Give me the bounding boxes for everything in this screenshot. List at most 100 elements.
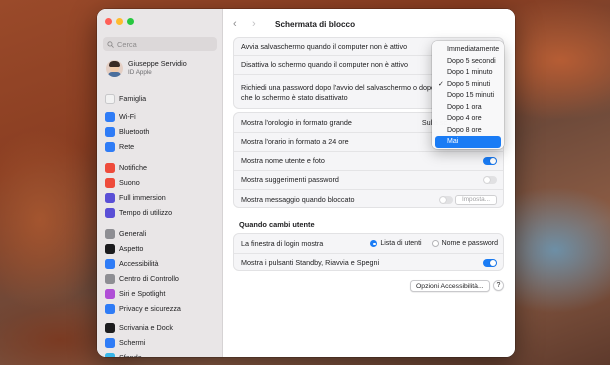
power-buttons-label: Mostra i pulsanti Standby, Riavvia e Spe… bbox=[241, 258, 380, 268]
require-password-label-2: che lo schermo è stato disattivato bbox=[241, 92, 348, 102]
sidebar-item-bluetooth[interactable]: Bluetooth bbox=[105, 124, 217, 139]
speaker-icon bbox=[105, 177, 115, 188]
menu-item-dopo-5-secondi[interactable]: Dopo 5 secondi bbox=[435, 56, 501, 68]
search-placeholder: Cerca bbox=[117, 39, 137, 49]
dock-icon bbox=[105, 322, 115, 333]
sidebar-item-aspetto[interactable]: Aspetto bbox=[105, 241, 217, 256]
set-message-button[interactable]: Imposta... bbox=[454, 194, 497, 205]
menu-item-dopo-4-ore[interactable]: Dopo 4 ore bbox=[435, 113, 501, 125]
sidebar-item-full-immersion[interactable]: Full immersion bbox=[105, 190, 217, 205]
radio-user-list[interactable] bbox=[370, 240, 378, 247]
sidebar-item-schermi[interactable]: Schermi bbox=[105, 335, 217, 350]
sidebar-item-label: Scrivania e Dock bbox=[119, 323, 173, 332]
sidebar-item-centro-di-controllo[interactable]: Centro di Controllo bbox=[105, 271, 217, 286]
menu-item-mai[interactable]: Mai bbox=[435, 136, 501, 148]
menu-item-label: Dopo 5 secondi bbox=[447, 57, 496, 65]
radio-user-list-label[interactable]: Lista di utenti bbox=[380, 240, 421, 247]
large-clock-label: Mostra l'orologio in formato grande bbox=[241, 117, 352, 127]
sidebar-item-label: Full immersion bbox=[119, 193, 166, 202]
password-hints-toggle[interactable] bbox=[483, 176, 497, 184]
gear-icon bbox=[105, 228, 115, 239]
menu-item-label: Dopo 8 ore bbox=[447, 126, 482, 134]
zoom-window-button[interactable] bbox=[127, 18, 134, 25]
help-button[interactable]: ? bbox=[493, 280, 504, 291]
accessibility-options-button[interactable]: Opzioni Accessibilità... bbox=[410, 280, 490, 292]
checkmark-icon: ✓ bbox=[438, 81, 444, 89]
menu-item-label: Dopo 4 ore bbox=[447, 115, 482, 123]
sidebar-item-label: Siri e Spotlight bbox=[119, 289, 166, 298]
password-delay-dropdown-menu: Immediatamente Dopo 5 secondi Dopo 1 minut… bbox=[432, 41, 504, 149]
sidebar-item-suono[interactable]: Suono bbox=[105, 175, 217, 190]
password-hints-row: Mostra suggerimenti password bbox=[234, 170, 503, 189]
siri-icon bbox=[105, 288, 115, 299]
forward-chevron-icon[interactable]: › bbox=[252, 18, 262, 30]
show-username-toggle[interactable] bbox=[483, 157, 497, 165]
menu-item-dopo-15-minuti[interactable]: Dopo 15 minuti bbox=[435, 90, 501, 102]
accessibility-icon bbox=[105, 258, 115, 269]
radio-name-password[interactable] bbox=[431, 240, 439, 247]
close-window-button[interactable] bbox=[105, 18, 112, 25]
menu-item-dopo-1-ora[interactable]: Dopo 1 ora bbox=[435, 102, 501, 114]
sidebar-item-accessibilit[interactable]: Accessibilità bbox=[105, 256, 217, 271]
show-username-row: Mostra nome utente e foto bbox=[234, 151, 503, 170]
menu-item-label: Mai bbox=[447, 138, 459, 146]
apple-id-profile[interactable]: Giuseppe Servidio ID Apple bbox=[106, 59, 187, 77]
sidebar-item-sfondo[interactable]: Sfondo bbox=[105, 350, 217, 357]
moon-icon bbox=[105, 192, 115, 203]
menu-item-dopo-1-minuto[interactable]: Dopo 1 minuto bbox=[435, 67, 501, 79]
sidebar-item-label: Rete bbox=[119, 142, 135, 151]
menu-item-dopo-5-minuti[interactable]: ✓ Dopo 5 minuti bbox=[435, 79, 501, 91]
network-icon bbox=[105, 141, 115, 152]
menu-item-label: Dopo 5 minuti bbox=[447, 80, 491, 88]
menu-item-label: Dopo 1 ora bbox=[447, 103, 482, 111]
hand-icon bbox=[105, 303, 115, 314]
sidebar-item-scrivania-e-dock[interactable]: Scrivania e Dock bbox=[105, 320, 217, 335]
sidebar-item-label: Famiglia bbox=[119, 94, 147, 103]
search-icon bbox=[107, 40, 114, 48]
wallpaper-icon bbox=[105, 352, 115, 357]
radio-name-password-label[interactable]: Nome e password bbox=[442, 240, 498, 247]
screensaver-label: Avvia salvaschermo quando il computer no… bbox=[241, 41, 408, 51]
sidebar-item-rete[interactable]: Rete bbox=[105, 139, 217, 154]
hourglass-icon bbox=[105, 207, 115, 218]
login-window-label: La finestra di login mostra bbox=[241, 238, 324, 248]
sidebar-item-label: Tempo di utilizzo bbox=[119, 208, 173, 217]
sidebar-item-label: Privacy e sicurezza bbox=[119, 304, 181, 313]
avatar bbox=[106, 59, 123, 77]
menu-item-label: Immediatamente bbox=[447, 46, 500, 54]
clock-24h-label: Mostra l'orario in formato a 24 ore bbox=[241, 137, 349, 147]
bluetooth-icon bbox=[105, 126, 115, 137]
sidebar-item-label: Centro di Controllo bbox=[119, 274, 179, 283]
appearance-icon bbox=[105, 243, 115, 254]
sidebar-item-siri-e-spotlight[interactable]: Siri e Spotlight bbox=[105, 286, 217, 301]
sidebar-item-notifiche[interactable]: Notifiche bbox=[105, 160, 217, 175]
lock-message-toggle[interactable] bbox=[439, 195, 453, 204]
back-chevron-icon[interactable]: ‹ bbox=[233, 18, 243, 30]
sidebar-item-label: Bluetooth bbox=[119, 127, 150, 136]
sidebar-item-famiglia[interactable]: Famiglia bbox=[105, 91, 217, 106]
power-buttons-toggle[interactable] bbox=[483, 259, 497, 267]
lock-message-row: Mostra messaggio quando bloccato Imposta… bbox=[234, 189, 503, 209]
menu-item-dopo-8-ore[interactable]: Dopo 8 ore bbox=[435, 125, 501, 137]
search-input[interactable]: Cerca bbox=[103, 37, 217, 51]
page-title: Schermata di blocco bbox=[275, 19, 356, 29]
menu-item-immediatamente[interactable]: Immediatamente bbox=[435, 44, 501, 56]
user-switch-group: La finestra di login mostra Lista di ute… bbox=[233, 233, 504, 271]
sidebar-item-label: Sfondo bbox=[119, 353, 142, 357]
show-username-label: Mostra nome utente e foto bbox=[241, 156, 325, 166]
power-buttons-row: Mostra i pulsanti Standby, Riavvia e Spe… bbox=[234, 253, 503, 272]
minimize-window-button[interactable] bbox=[116, 18, 123, 25]
require-password-label-1: Richiedi una password dopo l'avvio del s… bbox=[241, 83, 435, 92]
sidebar: Cerca Giuseppe Servidio ID Apple Famigli… bbox=[97, 9, 223, 357]
sidebar-item-label: Suono bbox=[119, 178, 140, 187]
menu-item-label: Dopo 15 minuti bbox=[447, 92, 495, 100]
sidebar-item-tempo-di-utilizzo[interactable]: Tempo di utilizzo bbox=[105, 205, 217, 220]
family-icon bbox=[105, 93, 115, 104]
sidebar-item-label: Generali bbox=[119, 229, 147, 238]
sidebar-item-generali[interactable]: Generali bbox=[105, 226, 217, 241]
sidebar-item-wi-fi[interactable]: Wi-Fi bbox=[105, 109, 217, 124]
control-center-icon bbox=[105, 273, 115, 284]
menu-item-label: Dopo 1 minuto bbox=[447, 69, 493, 77]
sidebar-item-label: Notifiche bbox=[119, 163, 147, 172]
sidebar-item-privacy-e-sicurezza[interactable]: Privacy e sicurezza bbox=[105, 301, 217, 316]
